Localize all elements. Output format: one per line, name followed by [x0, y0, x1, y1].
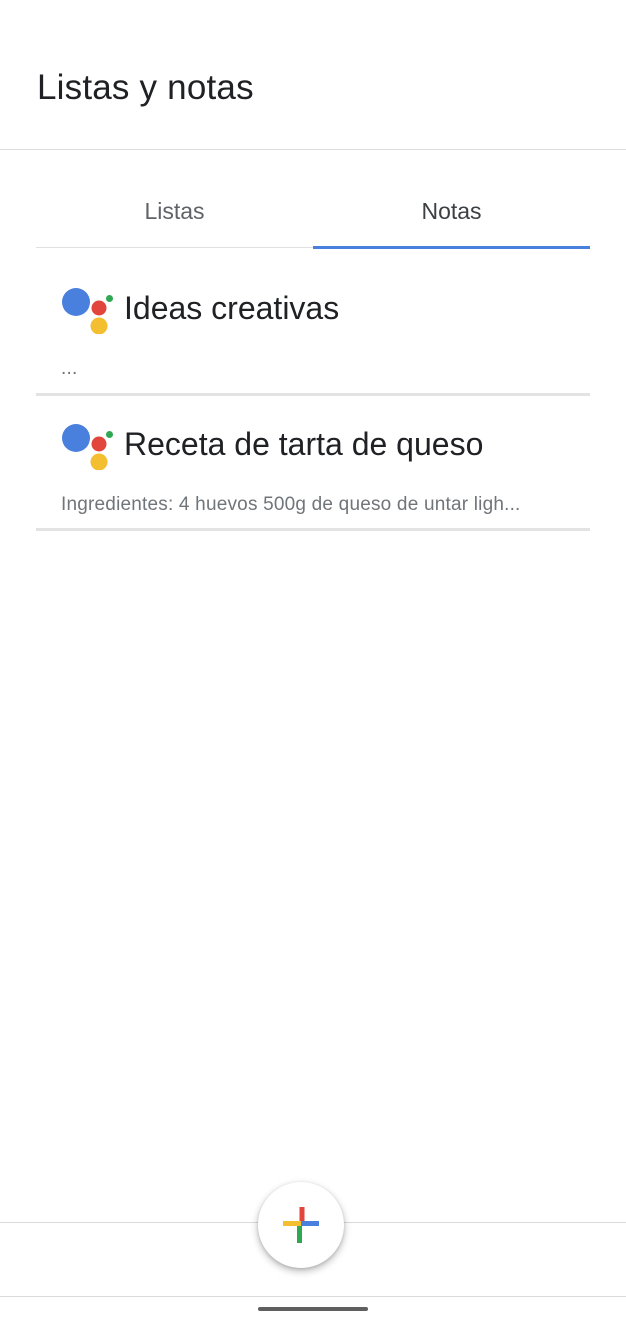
nav-divider [0, 1296, 626, 1297]
page-title: Listas y notas [37, 68, 254, 107]
tab-bar: Listas Notas [36, 172, 590, 249]
note-title: Receta de tarta de queso [124, 426, 484, 462]
gesture-nav-handle[interactable] [258, 1307, 368, 1311]
note-preview: Ingredientes: 4 huevos 500g de queso de … [61, 494, 521, 515]
add-note-button[interactable] [258, 1182, 344, 1268]
app-bar: Listas y notas [0, 0, 626, 150]
note-title: Ideas creativas [124, 290, 340, 326]
app-screen: Listas y notas Listas Notas Ideas creati… [0, 0, 626, 1321]
note-preview: ... [61, 358, 78, 379]
add-icon [283, 1207, 319, 1243]
google-assistant-icon [62, 288, 113, 334]
google-assistant-icon [62, 424, 113, 470]
tab-listas[interactable]: Listas [36, 172, 313, 247]
note-item[interactable]: Receta de tarta de queso Ingredientes: 4… [36, 396, 590, 531]
notes-list: Ideas creativas ... Receta de tarta de q… [36, 260, 590, 531]
note-item[interactable]: Ideas creativas ... [36, 260, 590, 396]
tab-notas[interactable]: Notas [313, 172, 590, 249]
